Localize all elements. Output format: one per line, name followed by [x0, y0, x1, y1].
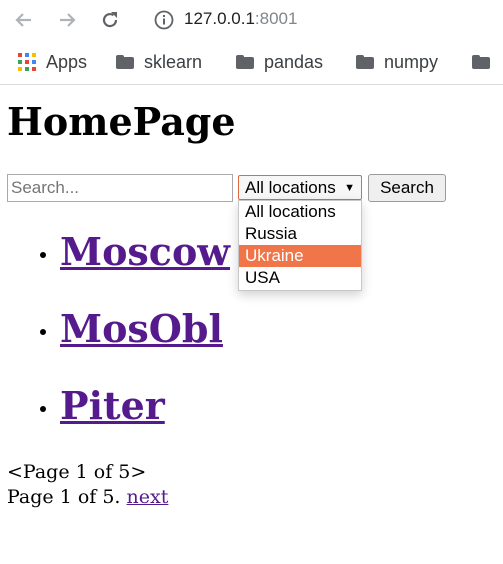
city-link-mosobl[interactable]: MosObl: [60, 305, 223, 353]
apps-grid-icon: [18, 53, 36, 71]
bullet-icon: [40, 252, 46, 258]
info-icon[interactable]: [153, 9, 175, 31]
folder-icon: [236, 55, 254, 69]
bookmark-pandas[interactable]: pandas: [236, 40, 323, 84]
bookmark-numpy[interactable]: numpy: [356, 40, 438, 84]
city-link-moscow[interactable]: Moscow: [60, 228, 230, 276]
dropdown-arrow-icon: ▼: [344, 182, 355, 194]
bookmark-label: sklearn: [144, 51, 203, 72]
list-item: MosObl: [0, 305, 260, 353]
folder-icon: [116, 55, 134, 69]
forward-button[interactable]: [53, 6, 81, 34]
search-input[interactable]: [7, 174, 233, 202]
bullet-icon: [40, 406, 46, 412]
back-button[interactable]: [10, 6, 38, 34]
bookmark-apps[interactable]: Apps: [18, 40, 87, 84]
arrow-right-icon: [60, 13, 76, 27]
bookmark-label: Apps: [46, 51, 88, 72]
location-option-all[interactable]: All locations: [239, 201, 361, 223]
pagination-status-text: Page 1 of 5.: [7, 486, 121, 508]
city-link-piter[interactable]: Piter: [60, 382, 165, 430]
pagination-status: Page 1 of 5. next: [7, 485, 168, 509]
bookmark-label: pandas: [264, 51, 324, 72]
bookmark-more-folder[interactable]: [472, 40, 490, 84]
url-port: :8001: [254, 9, 298, 28]
reload-button[interactable]: [96, 6, 124, 34]
list-item: Piter: [0, 382, 260, 430]
location-select[interactable]: All locations ▼: [238, 175, 362, 200]
url-host: 127.0.0.1: [184, 9, 255, 28]
bullet-icon: [40, 329, 46, 335]
search-button[interactable]: Search: [368, 174, 446, 202]
location-select-value: All locations: [245, 177, 336, 197]
bookmarks-bar: Apps sklearn pandas numpy: [0, 40, 503, 85]
list-item: Moscow: [0, 228, 260, 276]
next-page-link[interactable]: next: [127, 486, 169, 508]
browser-toolbar: 127.0.0.1:8001: [0, 0, 503, 40]
page-title: HomePage: [7, 99, 236, 144]
pagination-text: <Page 1 of 5>: [7, 461, 147, 483]
reload-icon: [102, 12, 118, 28]
folder-icon: [356, 55, 374, 69]
bookmark-sklearn[interactable]: sklearn: [116, 40, 202, 84]
folder-icon: [472, 55, 490, 69]
bookmark-label: numpy: [384, 51, 439, 72]
address-bar[interactable]: 127.0.0.1:8001: [184, 8, 297, 30]
arrow-left-icon: [15, 13, 31, 27]
